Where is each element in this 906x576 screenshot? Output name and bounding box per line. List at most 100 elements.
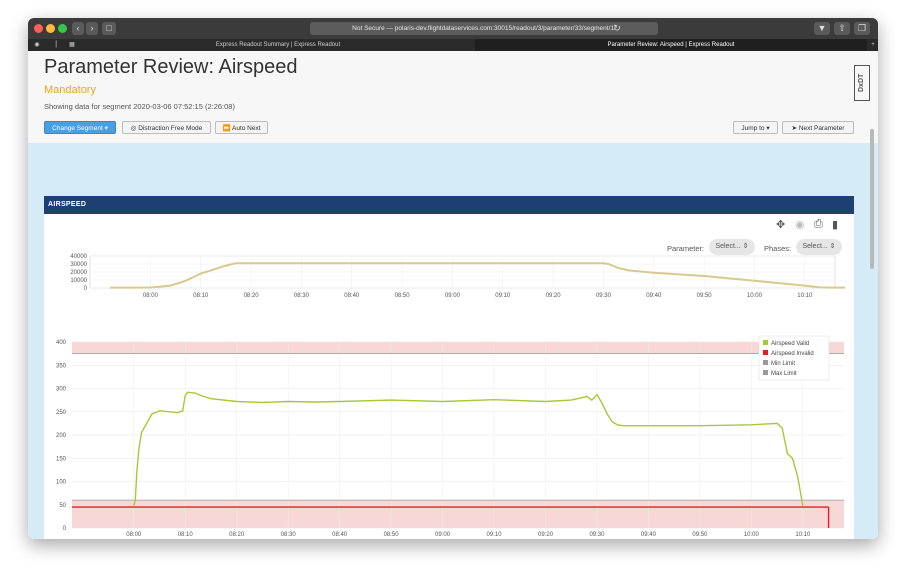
segment-info: Showing data for segment 2020-03-06 07:5… <box>44 102 235 111</box>
legend-swatch <box>763 360 768 365</box>
airspeed-y-tick-label: 350 <box>56 363 67 369</box>
airspeed-x-tick-label: 08:10 <box>178 532 194 536</box>
next-parameter-label: Next Parameter <box>798 125 845 132</box>
legend-swatch <box>763 370 768 375</box>
overview-x-tick-label: 09:10 <box>495 293 511 299</box>
fast-forward-icon: ⏩ <box>222 125 231 132</box>
distraction-free-label: Distraction Free Mode <box>138 125 203 132</box>
airspeed-x-tick-label: 09:40 <box>641 532 657 536</box>
airspeed-x-tick-label: 08:30 <box>281 532 297 536</box>
overview-x-tick-label: 08:10 <box>193 293 209 299</box>
airspeed-x-tick-label: 09:10 <box>487 532 503 536</box>
new-tab-icon[interactable]: + <box>868 39 878 51</box>
close-window-button[interactable] <box>34 24 43 33</box>
next-parameter-button[interactable]: ➤ Next Parameter <box>782 121 854 134</box>
auto-next-label: Auto Next <box>232 125 261 132</box>
airspeed-chart[interactable]: 0 50 100 150 200 250 300 350 400 08:00 08:10 08:20 0… <box>44 326 854 536</box>
jump-to-button[interactable]: Jump to ▾ <box>733 121 778 134</box>
caret-down-icon: ▾ <box>766 125 770 132</box>
tabs-overview-icon[interactable]: ❐ <box>854 22 870 35</box>
overview-y-tick-label: 10000 <box>70 278 87 284</box>
airspeed-x-tick-label: 10:00 <box>744 532 760 536</box>
max-limit-band <box>72 342 844 354</box>
legend-label: Min Limit <box>771 361 795 367</box>
airspeed-x-tick-label: 09:00 <box>435 532 451 536</box>
overview-x-tick-label: 10:10 <box>797 293 813 299</box>
airspeed-y-tick-label: 300 <box>56 387 67 393</box>
page-content: Parameter Review: Airspeed Mandatory Sho… <box>28 51 878 539</box>
caret-down-icon: ▾ <box>104 125 108 132</box>
airspeed-y-tick-label: 150 <box>56 456 67 462</box>
pinned-app-icon[interactable]: ▦ <box>66 39 78 51</box>
next-arrow-icon: ➤ <box>791 125 798 132</box>
overview-y-tick-label: 40000 <box>70 254 87 260</box>
page-title: Parameter Review: Airspeed <box>44 56 298 78</box>
panel-header: AIRSPEED <box>44 196 854 214</box>
move-icon[interactable]: ✥ <box>776 218 785 231</box>
parameter-select-value: Select... <box>715 243 741 250</box>
airspeed-y-tick-label: 400 <box>56 340 67 346</box>
brand-logo: DxDT <box>854 65 870 101</box>
browser-titlebar: ‹ › □ Not Secure — polaris-dev.flightdat… <box>28 18 878 39</box>
airspeed-valid-line <box>133 391 804 506</box>
change-segment-button[interactable]: Change Segment ▾ <box>44 121 116 134</box>
legend-label: Airspeed Invalid <box>771 351 814 357</box>
overview-x-tick-label: 09:40 <box>646 293 662 299</box>
reload-icon[interactable]: ↻ <box>612 22 622 35</box>
overview-x-tick-label: 09:00 <box>445 293 461 299</box>
legend-label: Airspeed Valid <box>771 341 809 347</box>
overview-x-tick-label: 08:00 <box>143 293 159 299</box>
minimize-window-button[interactable] <box>46 24 55 33</box>
airspeed-x-tick-label: 09:30 <box>589 532 605 536</box>
forward-icon[interactable]: › <box>86 22 98 35</box>
address-bar[interactable]: Not Secure — polaris-dev.flightdataservi… <box>310 22 658 35</box>
download-icon[interactable]: ▼ <box>814 22 830 35</box>
phases-select-value: Select... <box>802 243 828 250</box>
sidebar-icon[interactable]: □ <box>102 22 116 35</box>
share-icon[interactable]: ⇧ <box>834 22 850 35</box>
min-limit-band <box>72 500 844 528</box>
tab-bar: ◉ ▕ ▦ Express Readout Summary | Express … <box>28 39 878 51</box>
overview-x-tick-label: 09:20 <box>546 293 562 299</box>
tab-parameter-review[interactable]: Parameter Review: Airspeed | Express Rea… <box>475 39 867 51</box>
browser-window: ‹ › □ Not Secure — polaris-dev.flightdat… <box>28 18 878 539</box>
overview-y-tick-label: 0 <box>84 286 88 292</box>
hide-icon[interactable]: ◉ <box>795 218 805 231</box>
airspeed-x-tick-label: 08:00 <box>126 532 142 536</box>
back-icon[interactable]: ‹ <box>72 22 84 35</box>
airspeed-y-tick-label: 200 <box>56 433 67 439</box>
legend-label: Max Limit <box>771 371 797 377</box>
overview-y-tick-label: 20000 <box>70 270 87 276</box>
pinned-tab-icon[interactable]: ◉ <box>32 39 42 51</box>
airspeed-x-tick-label: 08:50 <box>384 532 400 536</box>
airspeed-x-tick-label: 09:20 <box>538 532 554 536</box>
overview-x-tick-label: 08:30 <box>294 293 310 299</box>
overview-x-tick-label: 08:50 <box>395 293 411 299</box>
airspeed-y-tick-label: 250 <box>56 410 67 416</box>
maximize-window-button[interactable] <box>58 24 67 33</box>
altitude-overview-chart[interactable]: 0 10000 20000 30000 40000 08:00 08:10 08:20 08:3… <box>44 252 854 314</box>
eye-icon: ◎ <box>130 125 137 132</box>
airspeed-y-tick-label: 0 <box>63 526 67 532</box>
print-icon[interactable]: ⎙ <box>814 218 823 231</box>
overview-x-tick-label: 09:50 <box>697 293 713 299</box>
airspeed-x-tick-label: 10:10 <box>795 532 811 536</box>
distraction-free-button[interactable]: ◎ Distraction Free Mode <box>122 121 211 134</box>
pinned-chart-icon[interactable]: ▕ <box>48 39 60 51</box>
jump-to-label: Jump to <box>741 125 765 132</box>
overview-x-tick-label: 08:40 <box>344 293 360 299</box>
document-icon[interactable]: ▮ <box>832 218 838 231</box>
airspeed-y-tick-label: 100 <box>56 480 67 486</box>
airspeed-x-tick-label: 08:40 <box>332 532 348 536</box>
overview-x-tick-label: 08:20 <box>244 293 260 299</box>
overview-x-tick-label: 09:30 <box>596 293 612 299</box>
overview-y-tick-label: 30000 <box>70 262 87 268</box>
auto-next-button[interactable]: ⏩ Auto Next <box>215 121 268 134</box>
overview-x-tick-label: 10:00 <box>747 293 763 299</box>
airspeed-x-tick-label: 08:20 <box>229 532 245 536</box>
page-scrollbar[interactable] <box>870 129 874 269</box>
airspeed-panel: AIRSPEED ✥ ◉ ⎙ ▮ Parameter: Select... ⇕ … <box>44 196 854 539</box>
change-segment-label: Change Segment <box>52 125 103 132</box>
legend-swatch <box>763 350 768 355</box>
tab-express-readout-summary[interactable]: Express Readout Summary | Express Readou… <box>82 39 474 51</box>
